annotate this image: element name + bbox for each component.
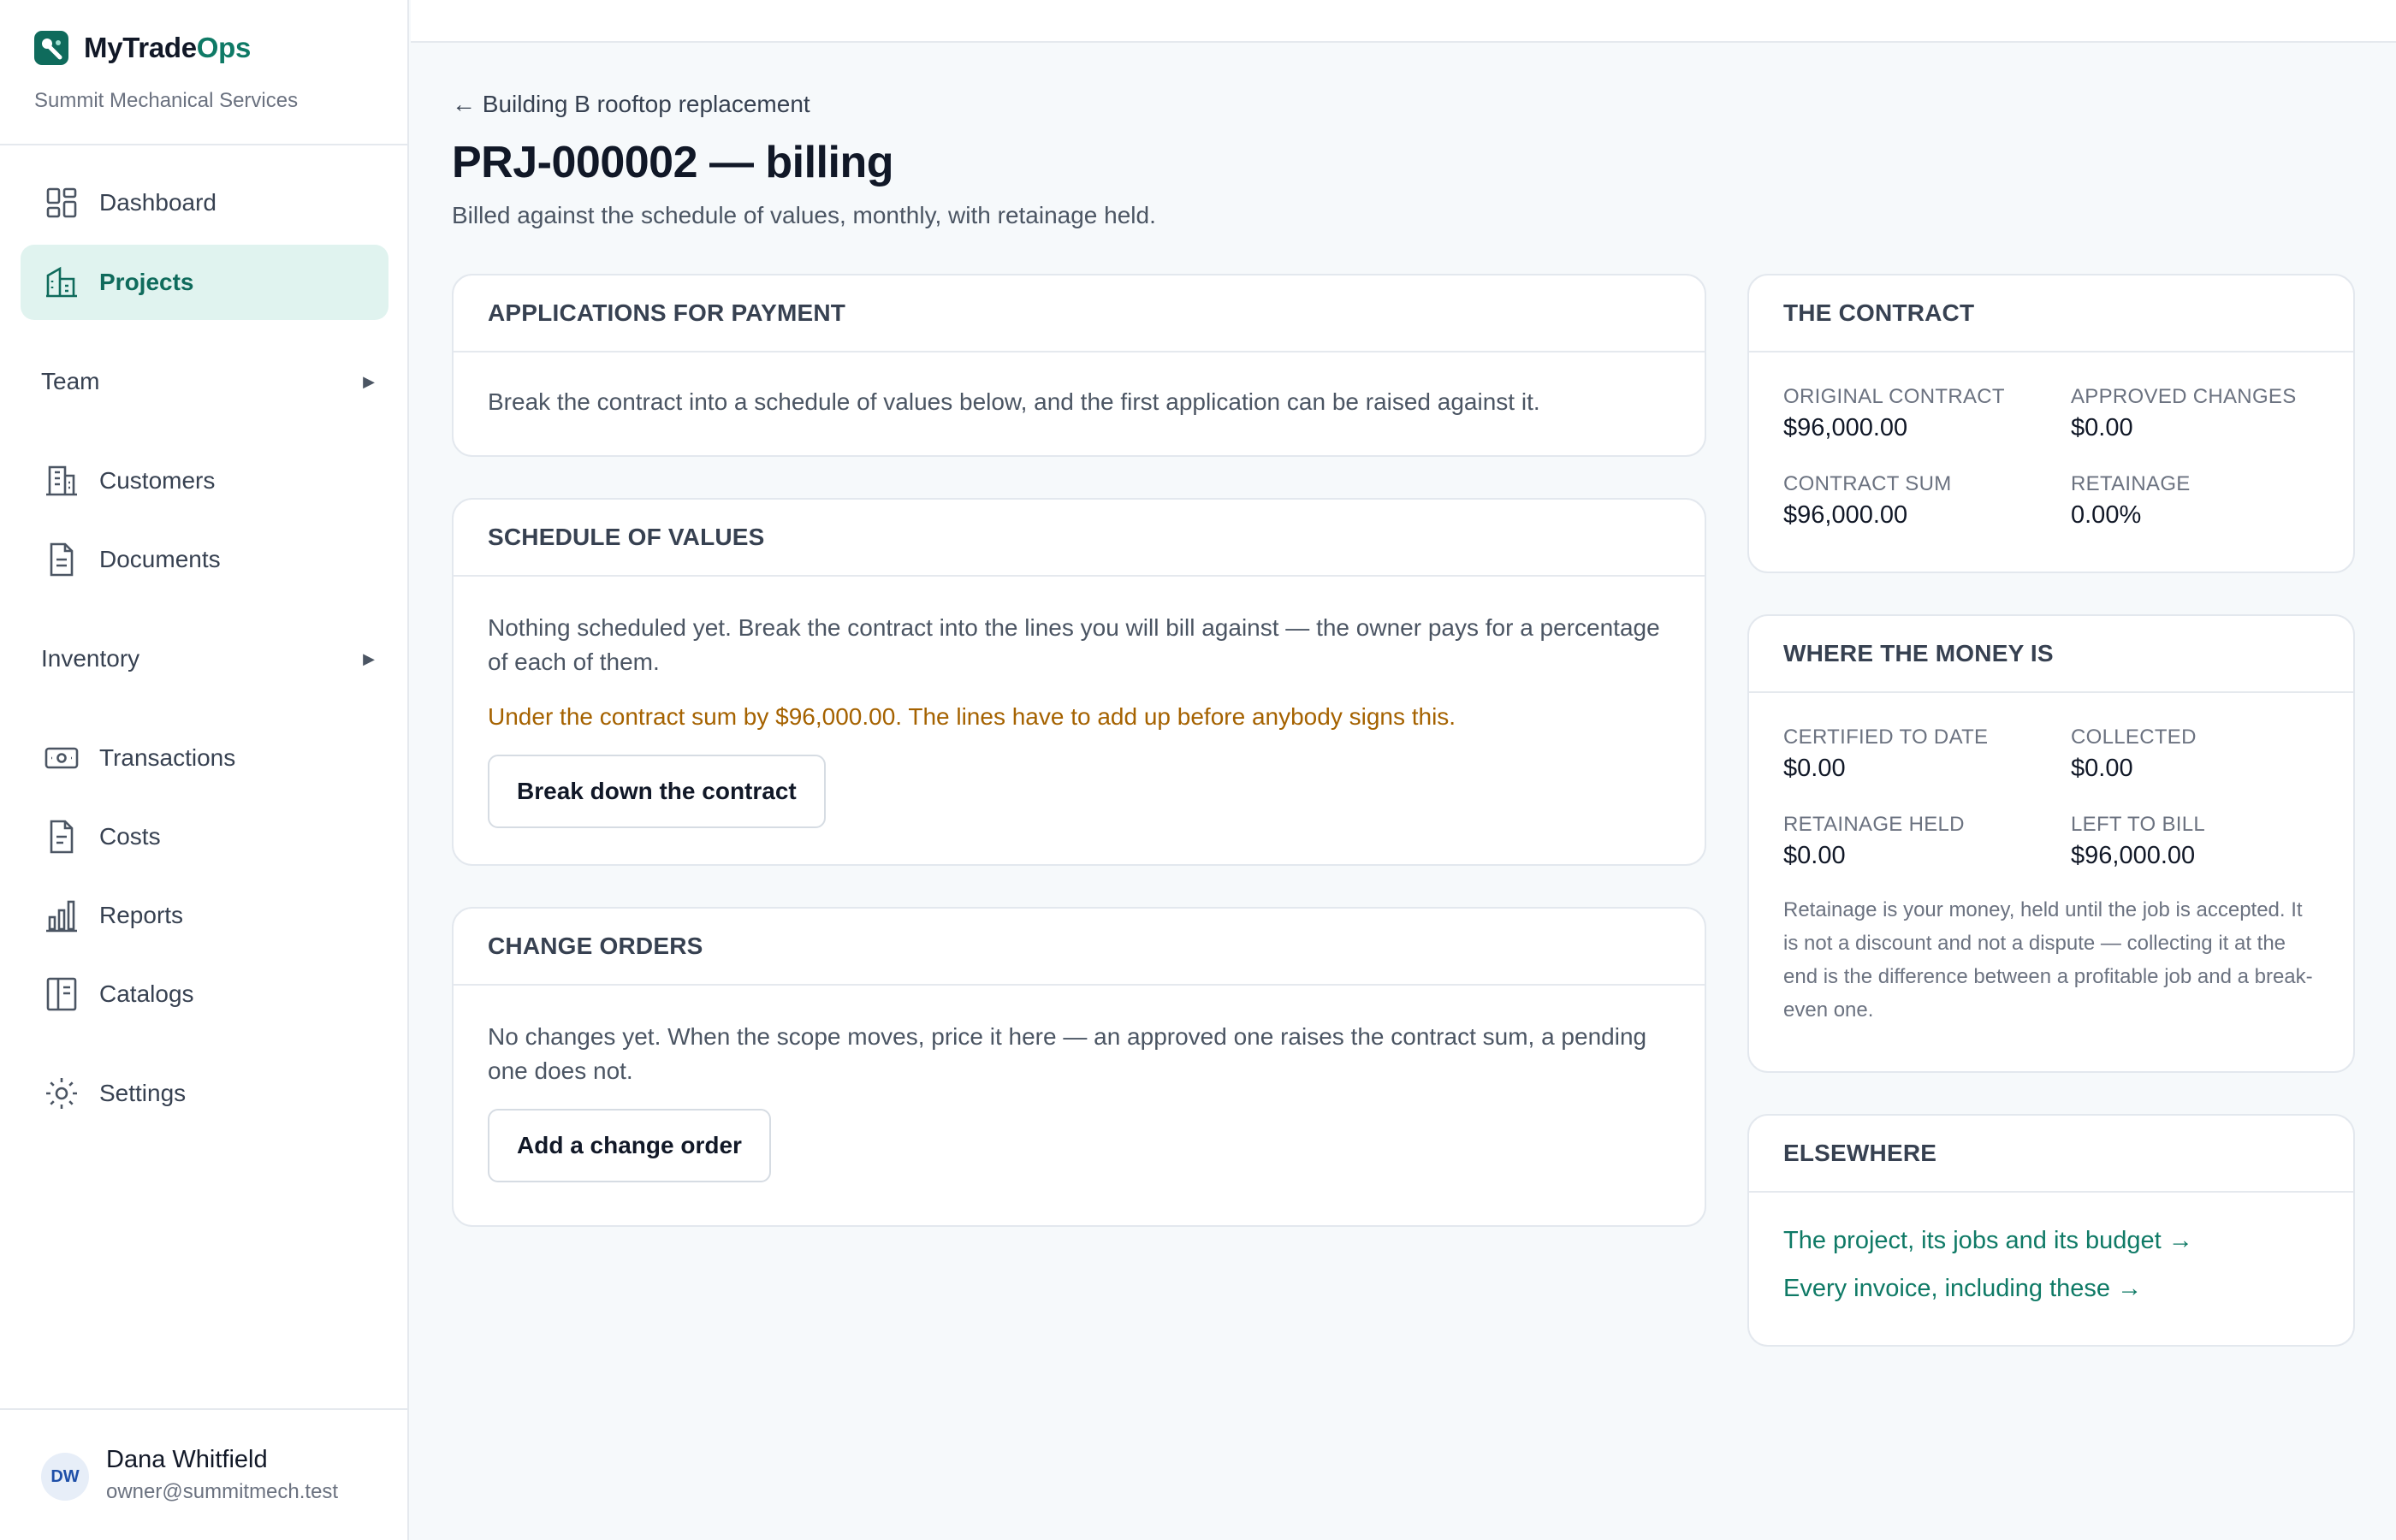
change-orders-empty-text: No changes yet. When the scope moves, pr… [488, 1023, 1647, 1084]
retainage-note: Retainage is your money, held until the … [1783, 898, 2313, 1022]
user-menu[interactable]: DW Dana Whitfield owner@summitmech.test [0, 1408, 409, 1540]
sidebar-item-documents[interactable]: Documents [21, 522, 388, 597]
retainage-value: 0.00% [2071, 501, 2142, 529]
top-bar [411, 0, 2396, 43]
contract-card: THE CONTRACT ORIGINAL CONTRACT $96,000.00… [1747, 274, 2355, 573]
money-card: WHERE THE MONEY IS CERTIFIED TO DATE $0.0… [1747, 614, 2355, 1073]
certified-value: $0.00 [1783, 755, 1846, 782]
receipt-icon [50, 820, 74, 854]
card-title: SCHEDULE OF VALUES [454, 500, 1705, 577]
certified-label: CERTIFIED TO DATE [1783, 726, 1989, 749]
original-contract-value: $96,000.00 [1783, 414, 1908, 441]
sidebar-item-transactions[interactable]: Transactions [21, 720, 388, 796]
elsewhere-card: ELSEWHERE The project, its jobs and its … [1747, 1114, 2355, 1347]
office-building-icon [46, 465, 77, 496]
sidebar-group-inventory[interactable]: Inventory ▶ [41, 633, 375, 684]
sidebar-item-label: Catalogs [99, 980, 194, 1007]
brand[interactable]: MyTradeOps [34, 31, 251, 65]
banknote-icon [44, 747, 79, 769]
contract-sum-label: CONTRACT SUM [1783, 472, 1952, 495]
company-name: Summit Mechanical Services [34, 89, 299, 112]
page-subtitle: Billed against the schedule of values, m… [452, 202, 1156, 228]
gear-icon [46, 1078, 77, 1109]
left-to-bill-label: LEFT TO BILL [2071, 813, 2206, 836]
left-to-bill-value: $96,000.00 [2071, 842, 2196, 869]
caret-right-icon: ▶ [363, 649, 375, 667]
building-icon [46, 266, 77, 298]
approved-changes-label: APPROVED CHANGES [2071, 385, 2297, 408]
back-link[interactable]: ← Building B rooftop replacement [452, 91, 810, 118]
change-orders-card: CHANGE ORDERS No changes yet. When the s… [452, 907, 1706, 1227]
retainage-label: RETAINAGE [2071, 472, 2191, 495]
original-contract-label: ORIGINAL CONTRACT [1783, 385, 2005, 408]
sidebar-item-label: Transactions [99, 744, 236, 771]
sidebar-item-projects[interactable]: Projects [21, 245, 388, 320]
card-title: CHANGE ORDERS [454, 909, 1705, 986]
sidebar-item-label: Dashboard [99, 189, 216, 216]
sidebar-item-label: Customers [99, 467, 216, 494]
book-icon [46, 977, 77, 1011]
project-budget-link[interactable]: The project, its jobs and its budget → [1783, 1217, 2319, 1265]
break-down-contract-button[interactable]: Break down the contract [488, 755, 826, 828]
sidebar-item-label: Costs [99, 823, 161, 850]
invoices-link[interactable]: Every invoice, including these → [1783, 1265, 2319, 1312]
logo-icon [34, 31, 68, 65]
collected-label: COLLECTED [2071, 726, 2197, 749]
sidebar-group-team[interactable]: Team ▶ [41, 356, 375, 407]
sidebar-item-reports[interactable]: Reports [21, 878, 388, 953]
sidebar-group-label: Inventory [41, 645, 140, 672]
page-title: PRJ-000002 — billing [452, 138, 893, 187]
sidebar-item-dashboard[interactable]: Dashboard [21, 165, 388, 240]
add-change-order-button[interactable]: Add a change order [488, 1109, 771, 1182]
applications-text: Break the contract into a schedule of va… [488, 388, 1540, 415]
caret-right-icon: ▶ [363, 372, 375, 390]
sov-empty-text: Nothing scheduled yet. Break the contrac… [488, 614, 1660, 675]
grid-icon [46, 187, 77, 218]
applications-card: APPLICATIONS FOR PAYMENT Break the contr… [452, 274, 1706, 457]
sidebar-group-label: Team [41, 368, 100, 394]
user-name: Dana Whitfield [106, 1446, 268, 1473]
sidebar-item-label: Projects [99, 269, 194, 295]
retainage-held-label: RETAINAGE HELD [1783, 813, 1965, 836]
sidebar-item-costs[interactable]: Costs [21, 799, 388, 874]
sidebar-item-settings[interactable]: Settings [21, 1056, 388, 1131]
card-title: WHERE THE MONEY IS [1749, 616, 2353, 693]
sidebar-divider [0, 144, 409, 145]
sidebar-item-label: Settings [99, 1080, 187, 1106]
brand-name: MyTradeOps [84, 32, 252, 63]
collected-value: $0.00 [2071, 755, 2133, 782]
retainage-held-value: $0.00 [1783, 842, 1846, 869]
sidebar: MyTradeOps Summit Mechanical Services Da… [0, 0, 409, 1540]
card-title: APPLICATIONS FOR PAYMENT [454, 275, 1705, 352]
sidebar-item-label: Reports [99, 902, 184, 928]
sidebar-item-customers[interactable]: Customers [21, 443, 388, 518]
card-title: ELSEWHERE [1749, 1116, 2353, 1193]
user-email: owner@summitmech.test [106, 1480, 339, 1503]
avatar: DW [41, 1453, 89, 1501]
card-title: THE CONTRACT [1749, 275, 2353, 352]
sov-warning: Under the contract sum by $96,000.00. Th… [488, 703, 1456, 730]
contract-sum-value: $96,000.00 [1783, 501, 1908, 529]
sidebar-item-catalogs[interactable]: Catalogs [21, 957, 388, 1032]
schedule-of-values-card: SCHEDULE OF VALUES Nothing scheduled yet… [452, 498, 1706, 866]
document-icon [50, 542, 74, 577]
approved-changes-value: $0.00 [2071, 414, 2133, 441]
bar-chart-icon [46, 900, 77, 933]
sidebar-item-label: Documents [99, 546, 221, 572]
